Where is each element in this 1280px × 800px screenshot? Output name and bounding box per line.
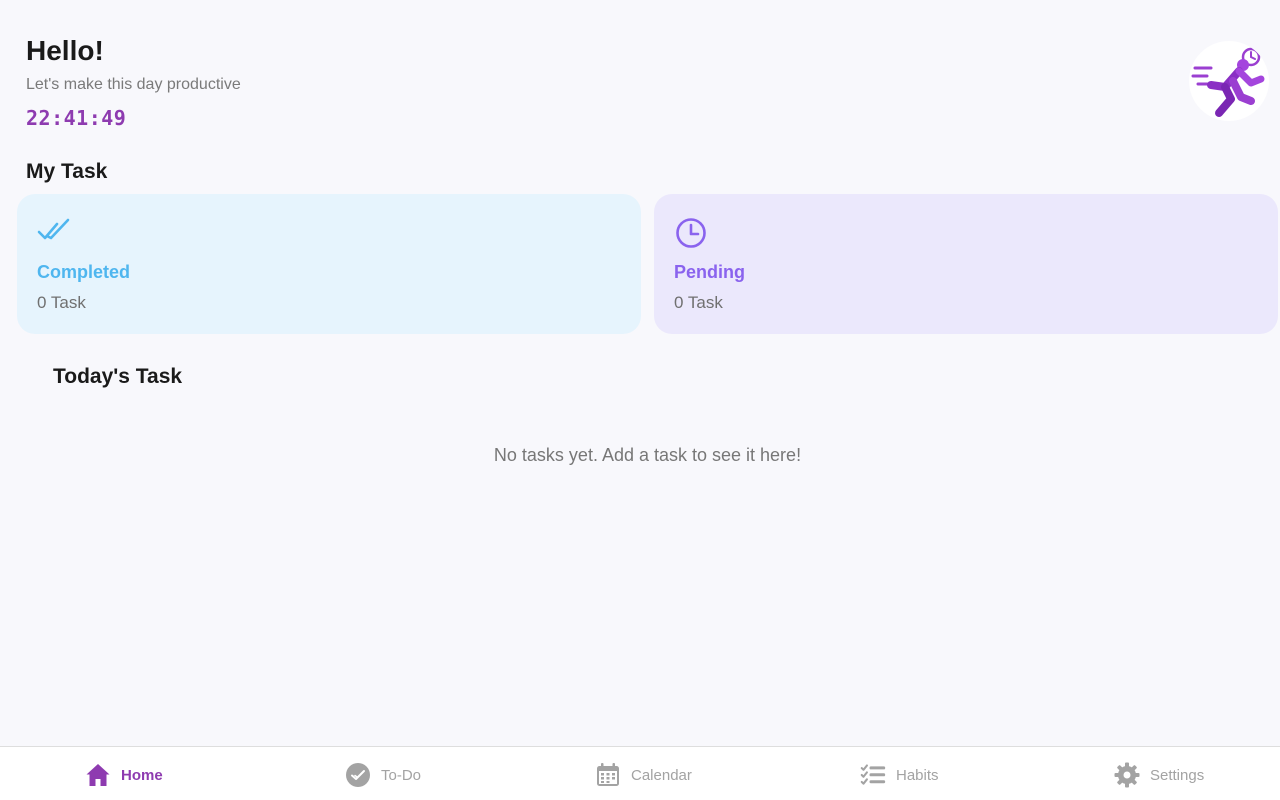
header: Hello! Let's make this day productive 22… (26, 34, 241, 130)
greeting-subtitle: Let's make this day productive (26, 76, 241, 93)
double-check-icon (37, 218, 70, 240)
completed-count: 0 Task (37, 293, 86, 312)
pending-label: Pending (674, 262, 745, 282)
empty-tasks-message: No tasks yet. Add a task to see it here! (493, 445, 802, 465)
clock-display: 22:41:49 (26, 106, 127, 130)
todays-task-title: Today's Task (53, 365, 183, 388)
greeting-title: Hello! (26, 35, 104, 66)
tab-calendar-label: Calendar (631, 766, 692, 784)
tab-settings[interactable]: Settings (1114, 761, 1204, 789)
my-task-title: My Task (26, 160, 108, 183)
tab-calendar[interactable]: Calendar (595, 761, 692, 789)
tab-habits-label: Habits (896, 766, 939, 784)
tab-habits[interactable]: Habits (860, 761, 939, 789)
tab-todo-label: To-Do (381, 766, 422, 784)
completed-card[interactable]: Completed 0 Task (17, 194, 641, 334)
calendar-icon (597, 763, 619, 786)
tab-todo[interactable]: To-Do (345, 761, 421, 789)
running-person-clock-icon (1191, 47, 1265, 117)
pending-count: 0 Task (674, 293, 723, 312)
check-circle-icon (346, 763, 370, 787)
tab-home[interactable]: Home (85, 761, 163, 789)
home-icon (86, 764, 110, 786)
pending-card[interactable]: Pending 0 Task (654, 194, 1278, 334)
avatar[interactable] (1189, 41, 1269, 121)
bottom-tab-bar: Home To-Do Calendar Habits Settings (0, 746, 1280, 800)
tab-home-label: Home (121, 766, 163, 784)
gear-icon (1114, 762, 1140, 788)
completed-label: Completed (37, 262, 131, 282)
checklist-icon (860, 764, 886, 785)
clock-icon (676, 218, 706, 248)
tab-settings-label: Settings (1150, 766, 1205, 784)
